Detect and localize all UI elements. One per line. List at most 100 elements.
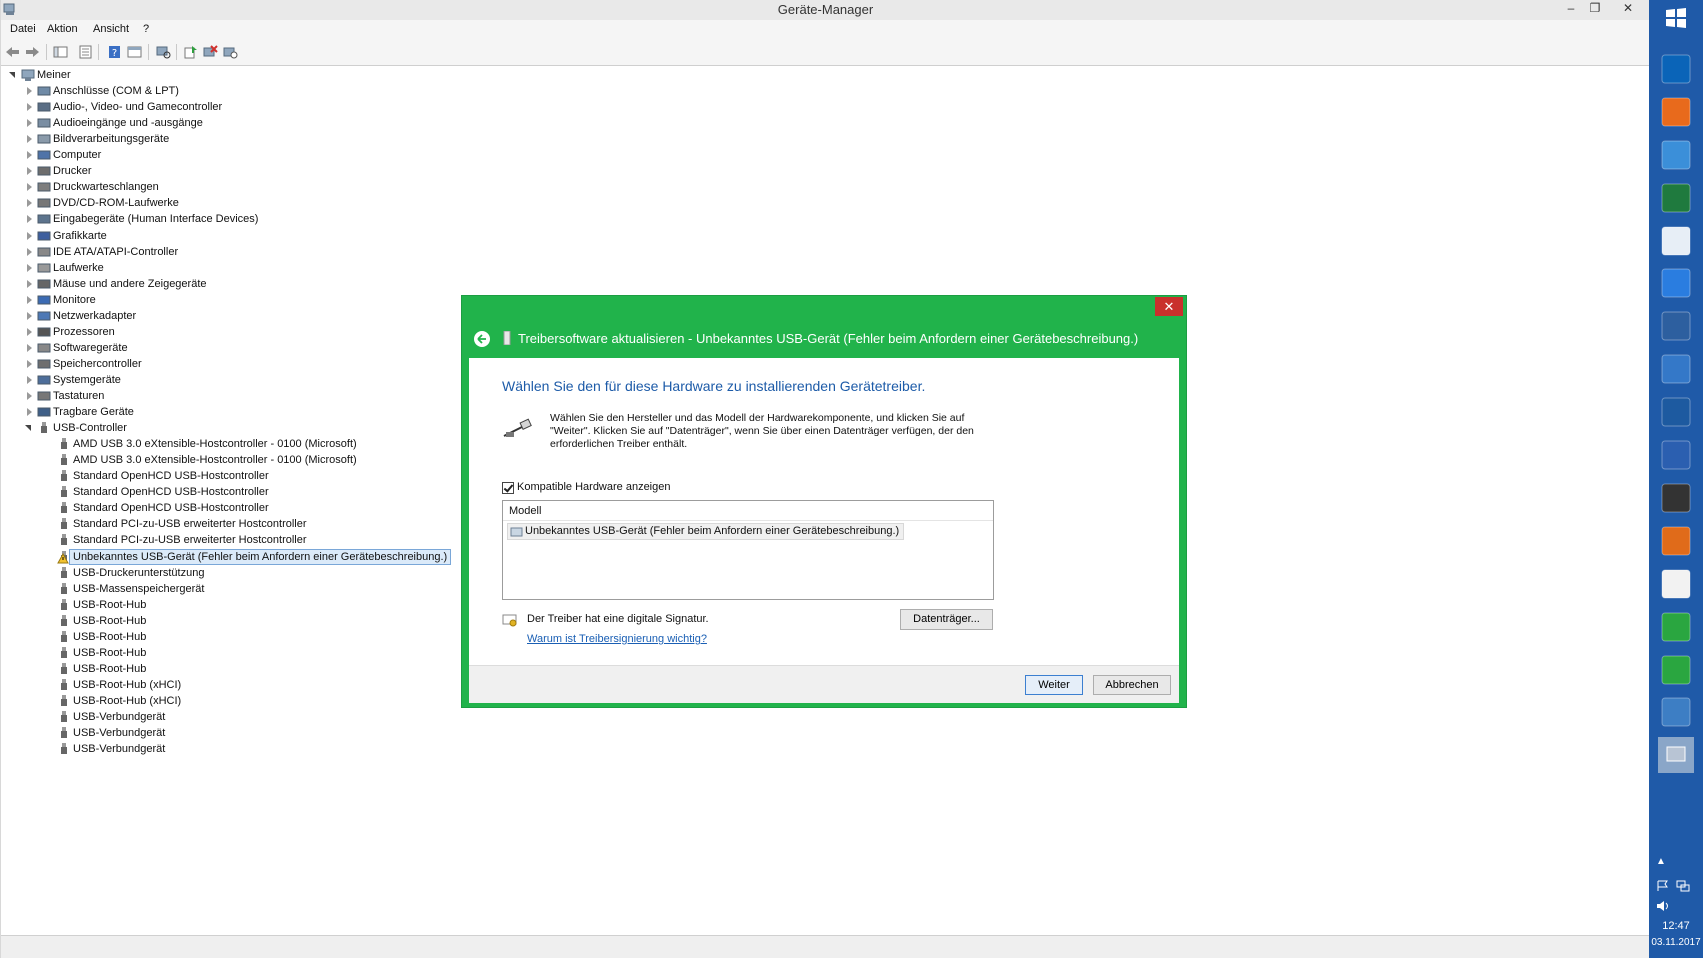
properties-icon[interactable] [78, 45, 93, 59]
category-icon [37, 134, 51, 144]
usb-plug-icon [61, 646, 67, 658]
tree-item-label: Unbekanntes USB-Gerät (Fehler beim Anfor… [69, 548, 452, 565]
expand-arrow-icon[interactable] [9, 72, 15, 78]
teamviewer-icon[interactable] [1658, 394, 1694, 430]
cancel-button[interactable]: Abbrechen [1093, 675, 1171, 695]
tree-item-label: AMD USB 3.0 eXtensible-Hostcontroller - … [73, 438, 357, 451]
collapse-arrow-icon[interactable] [27, 167, 32, 176]
collapse-arrow-icon[interactable] [27, 408, 32, 417]
tree-item-label: USB-Root-Hub (xHCI) [73, 678, 182, 691]
tree-item-label: Tastaturen [53, 390, 105, 402]
network-icon[interactable] [1676, 880, 1690, 892]
view-icon[interactable] [127, 45, 142, 59]
outlook-icon[interactable] [1658, 51, 1694, 87]
signature-text: Der Treiber hat eine digitale Signatur. [527, 613, 709, 625]
computer-root-icon [21, 69, 35, 81]
menu-ansicht[interactable]: Ansicht [93, 23, 129, 35]
tray-expand-icon[interactable]: ▲ [1656, 856, 1666, 867]
menu-help[interactable]: ? [143, 23, 149, 35]
wave-app-icon[interactable] [1658, 351, 1694, 387]
collapse-arrow-icon[interactable] [27, 231, 32, 240]
device-manager-icon[interactable] [1658, 737, 1694, 774]
close-button[interactable]: ✕ [1611, 0, 1645, 18]
tree-item-label: USB-Verbundgerät [73, 727, 166, 740]
update-driver-icon[interactable] [183, 45, 198, 59]
menu-datei[interactable]: Datei [10, 23, 36, 35]
calculator-icon[interactable] [1658, 223, 1694, 259]
window-title: Geräte-Manager [777, 2, 874, 17]
clock-date[interactable]: 03.11.2017 [1649, 937, 1703, 948]
collapse-arrow-icon[interactable] [27, 119, 32, 128]
collapse-arrow-icon[interactable] [27, 103, 32, 112]
volume-icon[interactable] [1656, 900, 1670, 912]
menu-aktion[interactable]: Aktion [47, 23, 78, 35]
puzzle-app-icon[interactable] [1658, 137, 1694, 173]
firefox-icon[interactable] [1658, 94, 1694, 130]
collapse-arrow-icon[interactable] [27, 263, 32, 272]
maximize-button[interactable]: ❐ [1582, 0, 1608, 18]
media-player-icon[interactable] [1658, 523, 1694, 559]
scan-hardware-icon[interactable] [156, 45, 171, 59]
dialog-close-button[interactable]: ✕ [1155, 297, 1183, 316]
device-icon [503, 331, 511, 345]
compatible-hardware-checkbox[interactable] [502, 482, 514, 494]
category-icon [37, 343, 51, 353]
collapse-arrow-icon[interactable] [27, 199, 32, 208]
disable-device-icon[interactable] [223, 45, 238, 59]
usb-plug-icon [61, 662, 67, 674]
collapse-arrow-icon[interactable] [27, 359, 32, 368]
list-app-icon[interactable] [1658, 566, 1694, 602]
uninstall-device-icon[interactable] [203, 45, 218, 59]
usb-plug-icon [61, 614, 67, 626]
remote-desktop-icon[interactable] [1658, 694, 1694, 730]
compatible-hardware-label[interactable]: Kompatible Hardware anzeigen [517, 481, 670, 493]
windows-logo-icon[interactable] [1658, 0, 1694, 36]
collapse-arrow-icon[interactable] [27, 183, 32, 192]
usb-plug-icon [61, 630, 67, 642]
minimize-button[interactable]: – [1558, 0, 1584, 18]
collapse-arrow-icon[interactable] [27, 135, 32, 144]
category-icon [37, 247, 51, 257]
help-icon[interactable]: ? [107, 45, 122, 59]
signature-link[interactable]: Warum ist Treibersignierung wichtig? [527, 633, 707, 645]
tree-item-label: Laufwerke [53, 261, 104, 274]
back-arrow-icon[interactable] [474, 331, 490, 347]
tree-item-label: USB-Root-Hub [73, 614, 147, 627]
clock-time[interactable]: 12:47 [1649, 920, 1703, 932]
collapse-arrow-icon[interactable] [27, 392, 32, 400]
next-button[interactable]: Weiter [1025, 675, 1083, 695]
table-app-icon[interactable] [1658, 652, 1694, 688]
excel-icon[interactable] [1658, 180, 1694, 216]
tree-item-label: Computer [53, 149, 102, 162]
collapse-arrow-icon[interactable] [27, 151, 32, 160]
back-arrow-icon[interactable] [5, 45, 20, 59]
title-bar[interactable]: Geräte-Manager – ❐ ✕ [1, 0, 1650, 20]
collapse-arrow-icon[interactable] [27, 311, 32, 320]
green-chart-icon[interactable] [1658, 609, 1694, 645]
tree-item-label: Audioeingänge und -ausgänge [53, 117, 203, 130]
collapse-arrow-icon[interactable] [27, 247, 32, 256]
sun-app-icon[interactable] [1658, 265, 1694, 301]
collapse-arrow-icon[interactable] [27, 327, 32, 336]
collapse-arrow-icon[interactable] [27, 295, 32, 304]
flag-icon[interactable] [1656, 880, 1670, 892]
expand-arrow-icon[interactable] [25, 425, 31, 432]
tree-item-label: Standard PCI-zu-USB erweiterter Hostcont… [73, 518, 307, 531]
menu-bar: Datei Aktion Ansicht ? [1, 20, 1650, 39]
collapse-arrow-icon[interactable] [27, 279, 32, 288]
calendar-14-icon[interactable] [1658, 480, 1694, 516]
tree-item-label: USB-Druckerunterstützung [73, 566, 205, 579]
collapse-arrow-icon[interactable] [27, 375, 32, 384]
collapse-arrow-icon[interactable] [27, 87, 32, 96]
collapse-arrow-icon[interactable] [27, 343, 32, 352]
word-icon[interactable] [1658, 437, 1694, 473]
have-disk-button[interactable]: Datenträger... [900, 609, 993, 630]
forward-arrow-icon[interactable] [25, 45, 40, 59]
model-list[interactable]: Modell Unbekanntes USB-Gerät (Fehler bei… [502, 500, 994, 600]
model-list-item[interactable]: Unbekanntes USB-Gerät (Fehler beim Anfor… [507, 523, 905, 540]
console-tree-icon[interactable] [53, 45, 68, 59]
collapse-arrow-icon[interactable] [27, 215, 32, 224]
cube-app-icon[interactable] [1658, 308, 1694, 344]
tree-item-label: Standard OpenHCD USB-Hostcontroller [73, 470, 269, 483]
usb-plug-icon [61, 486, 67, 498]
